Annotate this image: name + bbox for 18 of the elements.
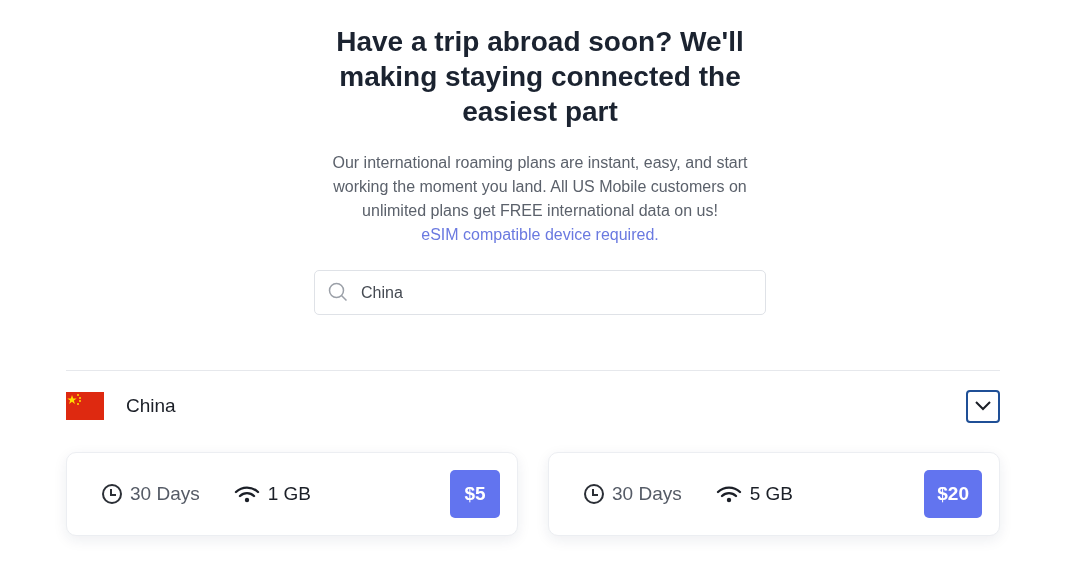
country-name: China xyxy=(126,395,176,417)
esim-link[interactable]: eSIM compatible device required. xyxy=(421,223,659,247)
intro-text: Our international roaming plans are instant, easy, and start working the moment you land. All US Mobile customers on unlimited plans get FREE international data on us! xyxy=(331,153,749,221)
price-button[interactable]: $5 xyxy=(450,470,500,518)
price-button[interactable]: $20 xyxy=(924,470,982,518)
wifi-icon xyxy=(715,485,742,503)
clock-icon xyxy=(101,483,123,505)
search-field[interactable]: China xyxy=(314,270,766,315)
expand-button[interactable] xyxy=(966,389,1000,423)
flag-icon xyxy=(66,392,104,420)
plan-duration: 30 Days xyxy=(130,483,200,505)
clock-icon xyxy=(583,483,605,505)
plan-duration: 30 Days xyxy=(612,483,682,505)
page-heading: Have a trip abroad soon? We'll making staying connected the easiest part xyxy=(335,25,745,129)
plan-data: 1 GB xyxy=(267,483,311,505)
wifi-icon xyxy=(233,485,260,503)
chevron-icon xyxy=(975,401,991,411)
plan-data: 5 GB xyxy=(749,483,793,505)
